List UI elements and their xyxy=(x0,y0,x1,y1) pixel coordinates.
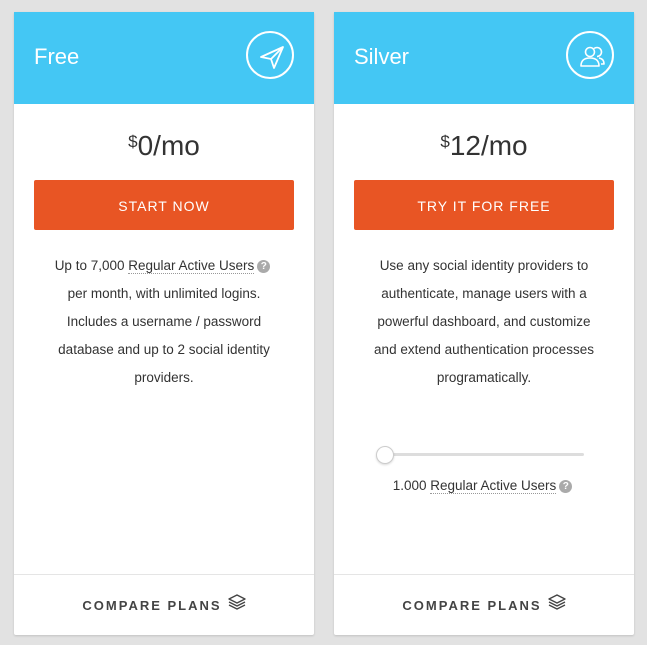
plan-footer: COMPARE PLANS xyxy=(14,574,314,635)
users-slider-track[interactable] xyxy=(384,453,584,456)
plan-description: Use any social identity providers to aut… xyxy=(374,258,594,385)
layers-icon xyxy=(547,594,566,613)
description-text: Up to 7,000 xyxy=(54,258,129,273)
plan-price: $12/mo xyxy=(334,130,634,162)
plan-name: Free xyxy=(34,44,80,69)
price-currency: $ xyxy=(440,132,450,151)
users-count: 1.000 xyxy=(392,478,431,493)
paper-plane-icon xyxy=(246,31,294,79)
compare-plans-label[interactable]: COMPARE PLANS xyxy=(82,598,221,613)
help-icon[interactable]: ? xyxy=(257,259,271,273)
help-icon[interactable]: ? xyxy=(559,479,573,493)
try-it-for-free-button[interactable]: TRY IT FOR FREE xyxy=(354,180,614,230)
plan-price: $0/mo xyxy=(14,130,314,162)
price-currency: $ xyxy=(128,132,138,151)
price-amount: 12/mo xyxy=(449,130,528,161)
description-text: per month, with unlimited logins. Includ… xyxy=(58,286,270,385)
plan-header: Free xyxy=(14,12,314,104)
regular-active-users-link[interactable]: Regular Active Users xyxy=(430,478,557,494)
compare-plans-link[interactable]: COMPARE PLANS xyxy=(334,594,634,616)
compare-plans-link[interactable]: COMPARE PLANS xyxy=(14,594,314,616)
plan-card-silver: Silver $12/mo TRY IT FOR FREE Use any so… xyxy=(334,12,634,635)
plan-footer: COMPARE PLANS xyxy=(334,574,634,635)
price-amount: 0/mo xyxy=(137,130,200,161)
users-count-line: 1.000 Regular Active Users? xyxy=(334,478,634,494)
plan-description: Up to 7,000 Regular Active Users? per mo… xyxy=(54,252,274,392)
plan-card-free: Free $0/mo START NOW Up to 7,000 Regular… xyxy=(14,12,314,635)
compare-plans-label[interactable]: COMPARE PLANS xyxy=(402,598,541,613)
start-now-button[interactable]: START NOW xyxy=(34,180,294,230)
users-icon xyxy=(566,31,614,79)
users-slider-handle[interactable] xyxy=(376,446,394,464)
plan-header: Silver xyxy=(334,12,634,104)
plan-name: Silver xyxy=(354,44,410,69)
regular-active-users-link[interactable]: Regular Active Users xyxy=(128,258,255,274)
layers-icon xyxy=(227,594,246,613)
